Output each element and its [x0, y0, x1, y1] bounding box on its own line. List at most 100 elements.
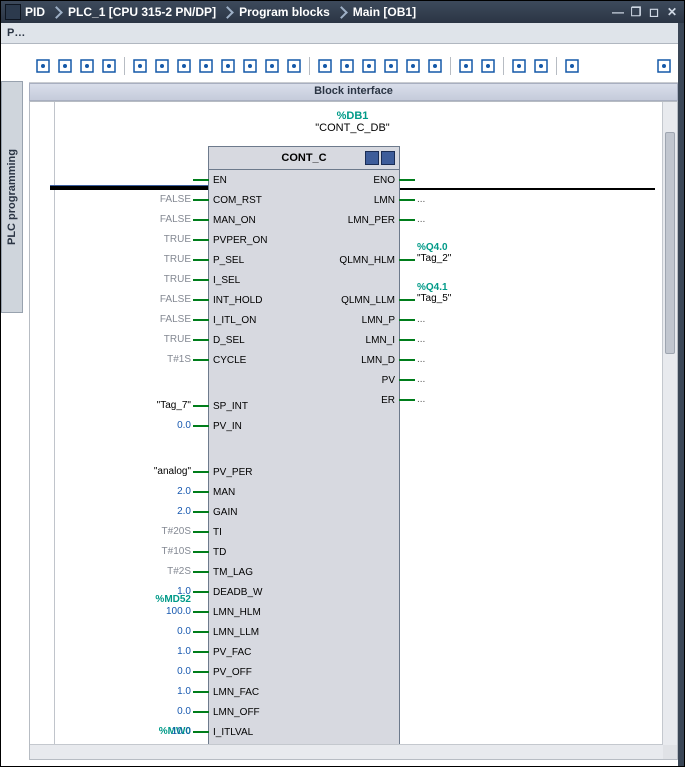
block-interface-bar[interactable]: Block interface [29, 83, 678, 101]
input-pin-tm_lag[interactable]: TM_LAG [213, 567, 253, 578]
input-value-ti[interactable]: T#20S [162, 526, 191, 537]
sync-icon[interactable] [381, 56, 401, 76]
input-pin-pv_off[interactable]: PV_OFF [213, 667, 252, 678]
input-pin-i_sel[interactable]: I_SEL [213, 275, 240, 286]
instance-db-tag[interactable]: %DB1 [50, 110, 655, 122]
input-pin-lmn_off[interactable]: LMN_OFF [213, 707, 260, 718]
crumb-plc[interactable]: PLC_1 [CPU 315-2 PN/DP] [68, 5, 216, 19]
insert-network-icon[interactable] [33, 56, 53, 76]
output-stub-lmn[interactable]: ... [417, 194, 425, 205]
output-pin-er[interactable]: ER [381, 395, 395, 406]
network-1[interactable]: %DB1 "CONT_C_DB" CONT_C ENCOM_RSTFALSEMA… [50, 110, 655, 134]
input-value-lmn_hlm[interactable]: 100.0 [166, 606, 191, 617]
vertical-scrollbar[interactable] [662, 102, 677, 745]
snapshot-icon[interactable] [284, 56, 304, 76]
input-value-int_hold[interactable]: FALSE [160, 294, 191, 305]
output-pin-lmn_d[interactable]: LMN_D [361, 355, 395, 366]
crumb-program-blocks[interactable]: Program blocks [239, 5, 330, 19]
input-pin-pv_in[interactable]: PV_IN [213, 421, 242, 432]
input-pin-ti[interactable]: TI [213, 527, 222, 538]
input-value-lmn_fac[interactable]: 1.0 [177, 686, 191, 697]
output-stub-er[interactable]: ... [417, 394, 425, 405]
close-button[interactable]: ✕ [664, 5, 680, 19]
output-pin-qlmn_hlm[interactable]: QLMN_HLM [339, 255, 395, 266]
input-value-com_rst[interactable]: FALSE [160, 194, 191, 205]
input-value-i_itl_on[interactable]: FALSE [160, 314, 191, 325]
input-pin-pv_per[interactable]: PV_PER [213, 467, 252, 478]
input-value-lmn_llm[interactable]: 0.0 [177, 626, 191, 637]
input-value-sp_int[interactable]: "Tag_7" [157, 400, 191, 411]
align2-icon[interactable] [478, 56, 498, 76]
output-stub-lmn_p[interactable]: ... [417, 314, 425, 325]
breadcrumb[interactable]: PID PLC_1 [CPU 315-2 PN/DP] Program bloc… [25, 5, 610, 19]
sync2-icon[interactable] [403, 56, 423, 76]
output-pin-lmn[interactable]: LMN [374, 195, 395, 206]
right-dock-edge[interactable] [678, 23, 684, 766]
input-pin-lmn_hlm[interactable]: LMN_HLM [213, 607, 261, 618]
input-pin-lmn_fac[interactable]: LMN_FAC [213, 687, 259, 698]
fb-block-cont-c[interactable]: CONT_C ENCOM_RSTFALSEMAN_ONFALSEPVPER_ON… [208, 146, 400, 745]
delete-network-icon[interactable] [55, 56, 75, 76]
input-pin-lmn_llm[interactable]: LMN_LLM [213, 627, 259, 638]
input-value-pv_off[interactable]: 0.0 [177, 666, 191, 677]
input-value-pv_fac[interactable]: 1.0 [177, 646, 191, 657]
prev-error-icon[interactable] [337, 56, 357, 76]
input-value-pv_per[interactable]: "analog" [154, 466, 191, 477]
output-pin-lmn_per[interactable]: LMN_PER [348, 215, 395, 226]
output-stub-pv[interactable]: ... [417, 374, 425, 385]
structure-icon[interactable] [562, 56, 582, 76]
input-value-i_itlval[interactable]: 10.0 [172, 726, 191, 737]
output-tag-qlmn_hlm[interactable]: %Q4.0"Tag_2" [417, 242, 451, 264]
crumb-pid[interactable]: PID [25, 5, 45, 19]
split-icon[interactable] [654, 56, 674, 76]
input-pin-man[interactable]: MAN [213, 487, 235, 498]
scroll-thumb[interactable] [665, 132, 675, 354]
input-value-man[interactable]: 2.0 [177, 486, 191, 497]
output-pin-eno[interactable]: ENO [373, 175, 395, 186]
comment-icon[interactable] [174, 56, 194, 76]
input-pin-i_itlval[interactable]: I_ITLVAL [213, 727, 253, 738]
next-error-icon[interactable] [359, 56, 379, 76]
input-pin-deadb_w[interactable]: DEADB_W [213, 587, 262, 598]
output-pin-lmn_i[interactable]: LMN_I [366, 335, 395, 346]
check-icon[interactable] [425, 56, 445, 76]
editor-canvas[interactable]: %DB1 "CONT_C_DB" CONT_C ENCOM_RSTFALSEMA… [30, 102, 663, 745]
align-icon[interactable] [456, 56, 476, 76]
input-value-p_sel[interactable]: TRUE [164, 254, 191, 265]
output-stub-lmn_per[interactable]: ... [417, 214, 425, 225]
upload-icon[interactable] [240, 56, 260, 76]
input-value-d_sel[interactable]: TRUE [164, 334, 191, 345]
instance-db-name[interactable]: "CONT_C_DB" [50, 122, 655, 134]
fb-block-header[interactable]: CONT_C [209, 147, 399, 170]
block-icon[interactable] [130, 56, 150, 76]
goto-error-icon[interactable] [315, 56, 335, 76]
fb-header-icon-2[interactable] [381, 151, 395, 165]
crumb-main[interactable]: Main [OB1] [353, 5, 416, 19]
input-pin-pvper_on[interactable]: PVPER_ON [213, 235, 267, 246]
input-value-i_sel[interactable]: TRUE [164, 274, 191, 285]
input-value-tm_lag[interactable]: T#2S [167, 566, 191, 577]
download-icon[interactable] [218, 56, 238, 76]
output-pin-lmn_p[interactable]: LMN_P [362, 315, 395, 326]
minimize-button[interactable]: — [610, 5, 626, 19]
compile-icon[interactable] [99, 56, 119, 76]
input-value-deadb_w[interactable]: 1.0 [177, 586, 191, 597]
horizontal-scrollbar[interactable] [30, 744, 663, 759]
search-icon[interactable] [509, 56, 529, 76]
input-value-gain[interactable]: 2.0 [177, 506, 191, 517]
side-tab-plc-programming[interactable]: PLC programming [1, 81, 23, 313]
output-pin-pv[interactable]: PV [382, 375, 395, 386]
open-icon[interactable] [152, 56, 172, 76]
input-value-lmn_off[interactable]: 0.0 [177, 706, 191, 717]
input-value-cycle[interactable]: T#1S [167, 354, 191, 365]
input-value-man_on[interactable]: FALSE [160, 214, 191, 225]
output-pin-qlmn_llm[interactable]: QLMN_LLM [341, 295, 395, 306]
output-tag-qlmn_llm[interactable]: %Q4.1"Tag_5" [417, 282, 451, 304]
output-stub-lmn_i[interactable]: ... [417, 334, 425, 345]
input-value-pv_in[interactable]: 0.0 [177, 420, 191, 431]
monitor-icon[interactable] [262, 56, 282, 76]
input-value-pvper_on[interactable]: TRUE [164, 234, 191, 245]
ladder-editor[interactable]: %DB1 "CONT_C_DB" CONT_C ENCOM_RSTFALSEMA… [29, 101, 678, 760]
fb-header-icon-1[interactable] [365, 151, 379, 165]
restore-button[interactable]: ❐ [628, 5, 644, 19]
